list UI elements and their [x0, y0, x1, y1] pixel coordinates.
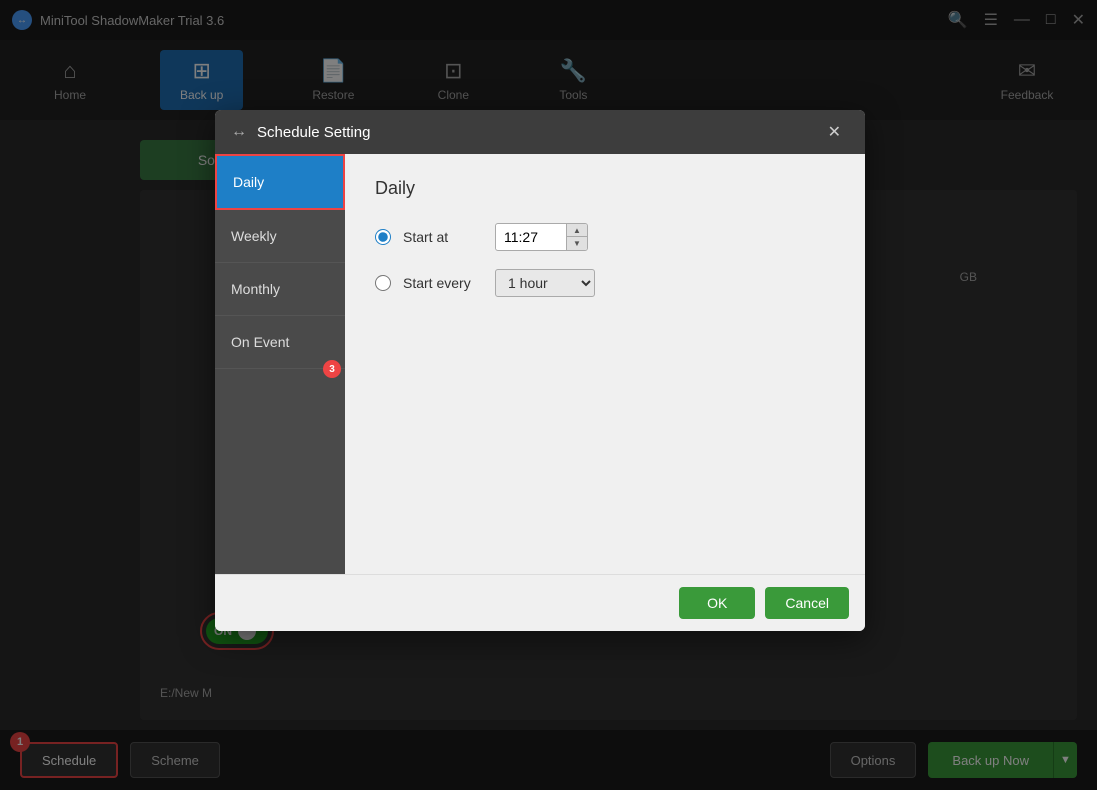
dialog-footer: OK Cancel: [215, 574, 865, 631]
start-every-label: Start every: [403, 275, 483, 291]
start-at-label: Start at: [403, 229, 483, 245]
dialog-content: Daily Start at ▲ ▼ Start every 1 ho: [345, 154, 865, 574]
dialog-body: Daily Weekly Monthly On Event 3 Daily St…: [215, 154, 865, 574]
start-every-row: Start every 1 hour 2 hours 3 hours 6 hou…: [375, 269, 835, 297]
ok-button[interactable]: OK: [679, 587, 755, 619]
time-down-button[interactable]: ▼: [567, 237, 587, 250]
cancel-button[interactable]: Cancel: [765, 587, 849, 619]
dialog-titlebar: ↔ Schedule Setting ✕: [215, 110, 865, 154]
start-at-input[interactable]: [496, 225, 566, 249]
dialog-title-icon: ↔: [231, 123, 247, 141]
time-input-wrapper: ▲ ▼: [495, 223, 588, 251]
sidebar-item-monthly[interactable]: Monthly: [215, 263, 345, 316]
dialog-section-title: Daily: [375, 178, 835, 199]
sidebar-item-onevent[interactable]: On Event 3: [215, 316, 345, 369]
time-up-button[interactable]: ▲: [567, 224, 587, 237]
start-at-row: Start at ▲ ▼: [375, 223, 835, 251]
dialog-sidebar: Daily Weekly Monthly On Event 3: [215, 154, 345, 574]
sidebar-item-daily[interactable]: Daily: [215, 154, 345, 210]
start-at-radio[interactable]: [375, 229, 391, 245]
dialog-title: Schedule Setting: [257, 124, 370, 141]
schedule-dialog: ↔ Schedule Setting ✕ Daily Weekly Monthl…: [215, 110, 865, 631]
dialog-close-button[interactable]: ✕: [820, 118, 849, 146]
start-every-radio[interactable]: [375, 275, 391, 291]
sidebar-badge: 3: [323, 360, 341, 378]
hour-select[interactable]: 1 hour 2 hours 3 hours 6 hours 12 hours: [495, 269, 595, 297]
time-spinners: ▲ ▼: [566, 224, 587, 250]
sidebar-item-weekly[interactable]: Weekly: [215, 210, 345, 263]
